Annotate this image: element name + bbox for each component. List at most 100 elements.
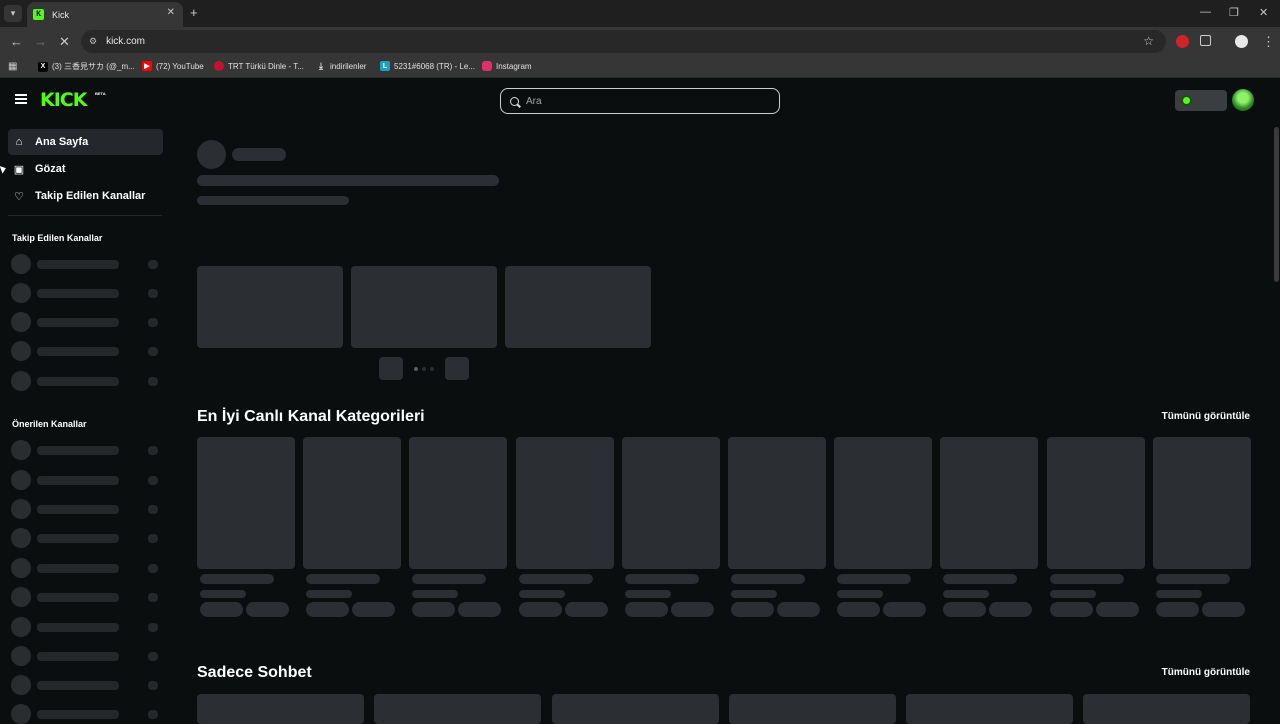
x-logo-icon: X — [38, 61, 48, 72]
bookmark-item[interactable]: ⤓ indirilenler — [316, 61, 366, 71]
category-viewers-skeleton — [306, 590, 352, 598]
categories-section-title: En İyi Canlı Kanal Kategorileri — [197, 408, 425, 425]
sidebar-item-following[interactable]: ♡ Takip Edilen Kanallar — [8, 183, 163, 209]
category-tag-skeleton — [246, 602, 289, 617]
channel-skeleton — [11, 341, 161, 361]
site-header: KICK BETA Ara — [0, 79, 1280, 123]
user-avatar[interactable] — [1232, 89, 1254, 111]
category-tag-skeleton — [731, 602, 774, 617]
category-card-skeleton[interactable] — [1153, 437, 1251, 569]
category-tag-skeleton — [1202, 602, 1245, 617]
channel-skeleton — [11, 470, 161, 490]
category-card-skeleton[interactable] — [728, 437, 826, 569]
channel-skeleton — [11, 283, 161, 303]
bookmark-item[interactable]: X (3) 三香見サカ (@_m... — [38, 61, 135, 72]
bookmark-item[interactable]: Instagram — [482, 61, 532, 71]
league-icon: L — [380, 61, 390, 71]
close-tab-icon[interactable]: ✕ — [167, 7, 175, 18]
sidebar-item-home[interactable]: ⌂ Ana Sayfa — [8, 129, 163, 155]
featured-subtitle-skeleton — [197, 196, 349, 205]
channel-skeleton — [11, 646, 161, 666]
carousel-dot[interactable] — [430, 367, 434, 371]
channel-skeleton — [11, 558, 161, 578]
carousel-next-button[interactable] — [445, 357, 469, 380]
category-name-skeleton — [943, 574, 1017, 584]
category-card-skeleton[interactable] — [303, 437, 401, 569]
recommended-channels-heading: Önerilen Kanallar — [12, 419, 87, 429]
category-name-skeleton — [306, 574, 380, 584]
featured-title-skeleton — [197, 175, 499, 186]
search-input[interactable]: Ara — [500, 88, 780, 114]
category-tag-skeleton — [989, 602, 1032, 617]
minimize-icon[interactable]: — — [1200, 6, 1211, 18]
category-tag-skeleton — [1156, 602, 1199, 617]
category-card-skeleton[interactable] — [1047, 437, 1145, 569]
stop-loading-icon[interactable]: ✕ — [59, 34, 70, 50]
url-text[interactable]: kick.com — [106, 36, 145, 47]
bookmark-item[interactable]: TRT Türkü Dinle - T... — [214, 61, 304, 71]
page-scrollbar[interactable] — [1272, 123, 1280, 720]
chat-only-view-all-link[interactable]: Tümünü görüntüle — [1162, 667, 1250, 678]
channel-skeleton — [11, 587, 161, 607]
new-tab-button[interactable]: + — [190, 5, 198, 20]
category-tag-skeleton — [1096, 602, 1139, 617]
channel-skeleton — [11, 499, 161, 519]
category-card-skeleton[interactable] — [409, 437, 507, 569]
restore-icon[interactable]: ❐ — [1229, 6, 1239, 19]
extension-red-icon[interactable] — [1176, 35, 1189, 48]
featured-avatar-skeleton — [197, 140, 226, 169]
youtube-icon: ▶ — [142, 61, 152, 71]
bookmark-item[interactable]: L 5231#6068 (TR) - Le... — [380, 61, 475, 71]
close-window-icon[interactable]: ✕ — [1259, 6, 1268, 19]
category-card-skeleton[interactable] — [622, 437, 720, 569]
browser-menu-icon[interactable]: ⋮ — [1262, 34, 1275, 50]
category-tag-skeleton — [352, 602, 395, 617]
search-placeholder: Ara — [526, 95, 542, 107]
kick-logo[interactable]: KICK — [40, 89, 87, 111]
category-viewers-skeleton — [200, 590, 246, 598]
category-viewers-skeleton — [1156, 590, 1202, 598]
category-card-skeleton[interactable] — [834, 437, 932, 569]
carousel-prev-button[interactable] — [379, 357, 403, 380]
heart-icon: ♡ — [14, 190, 24, 203]
carousel-dot[interactable] — [422, 367, 426, 371]
search-icon — [510, 96, 519, 106]
categories-view-all-link[interactable]: Tümünü görüntüle — [1162, 411, 1250, 422]
category-tag-skeleton — [200, 602, 243, 617]
back-icon[interactable]: ← — [10, 34, 23, 49]
bookmark-item[interactable]: ▶ (72) YouTube — [142, 61, 204, 71]
category-tag-skeleton — [565, 602, 608, 617]
category-viewers-skeleton — [837, 590, 883, 598]
tab-search-button[interactable]: ▾ — [4, 5, 22, 22]
bookmark-star-icon[interactable]: ☆ — [1143, 34, 1154, 48]
channel-skeleton — [11, 617, 161, 637]
download-icon: ⤓ — [319, 60, 323, 71]
featured-name-skeleton — [232, 148, 286, 161]
channel-skeleton — [11, 371, 161, 391]
category-card-skeleton[interactable] — [940, 437, 1038, 569]
carousel-card-skeleton — [505, 266, 651, 348]
carousel-dot[interactable] — [414, 367, 418, 371]
address-bar[interactable]: ⚙ kick.com ☆ — [81, 30, 1166, 53]
category-viewers-skeleton — [625, 590, 671, 598]
profile-icon[interactable] — [1235, 35, 1248, 48]
channel-skeleton — [11, 312, 161, 332]
category-tag-skeleton — [412, 602, 455, 617]
bookmark-label: indirilenler — [330, 61, 367, 71]
category-name-skeleton — [200, 574, 274, 584]
forward-icon[interactable]: → — [34, 34, 47, 49]
menu-icon[interactable] — [15, 94, 27, 104]
login-button-loading[interactable] — [1175, 90, 1227, 111]
chat-only-section-title: Sadece Sohbet — [197, 664, 312, 681]
scrollbar-thumb[interactable] — [1274, 127, 1279, 282]
sidebar-item-browse[interactable]: ▣ Gözat — [8, 156, 163, 182]
site-settings-icon[interactable]: ⚙ — [89, 36, 97, 47]
browser-tab-bar: ▾ K Kick ✕ + — ❐ ✕ — [0, 0, 1280, 27]
category-card-skeleton[interactable] — [197, 437, 295, 569]
extensions-puzzle-icon[interactable] — [1200, 35, 1211, 46]
apps-grid-icon[interactable]: ▦ — [8, 61, 17, 72]
bookmark-label: Instagram — [496, 61, 532, 71]
channel-skeleton — [11, 675, 161, 695]
browser-tab[interactable]: K Kick ✕ — [27, 2, 183, 27]
category-card-skeleton[interactable] — [516, 437, 614, 569]
